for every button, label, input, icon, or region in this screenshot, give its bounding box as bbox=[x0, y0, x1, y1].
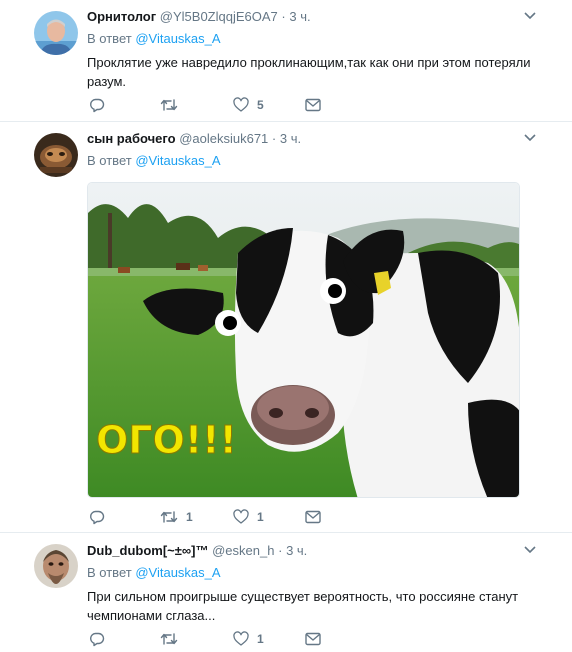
retweet-button[interactable] bbox=[160, 95, 186, 115]
display-name[interactable]: Орнитолог bbox=[87, 9, 156, 24]
tweet-actions: 5 bbox=[87, 95, 327, 115]
retweet-count: 1 bbox=[186, 510, 193, 524]
direct-message-button[interactable] bbox=[305, 629, 321, 649]
cow-photo: ОГО!!! bbox=[88, 183, 519, 497]
direct-message-button[interactable] bbox=[305, 95, 321, 115]
tweet-header: Dub_dubom[~±∞]™ @esken_h · 3 ч. bbox=[87, 542, 552, 560]
chevron-down-icon[interactable] bbox=[524, 546, 536, 554]
tweet-photo[interactable]: ОГО!!! bbox=[87, 182, 520, 498]
timestamp[interactable]: 3 ч. bbox=[280, 131, 301, 146]
direct-message-button[interactable] bbox=[305, 507, 321, 527]
like-icon bbox=[233, 97, 249, 112]
tweet-1[interactable]: Орнитолог @Yl5B0ZlqqjE6OA7 · 3 ч. В отве… bbox=[0, 0, 572, 122]
message-icon bbox=[305, 632, 321, 646]
like-count: 1 bbox=[257, 510, 264, 524]
reply-context: В ответ @Vitauskas_A bbox=[87, 30, 552, 48]
like-button[interactable]: 1 bbox=[233, 629, 264, 649]
message-icon bbox=[305, 510, 321, 524]
reply-context: В ответ @Vitauskas_A bbox=[87, 564, 552, 582]
reply-context: В ответ @Vitauskas_A bbox=[87, 152, 552, 170]
retweet-icon bbox=[160, 633, 178, 645]
like-count: 5 bbox=[257, 98, 264, 112]
timestamp[interactable]: 3 ч. bbox=[289, 9, 310, 24]
tweet-header: сын рабочего @aoleksiuk671 · 3 ч. bbox=[87, 130, 552, 148]
reply-icon bbox=[90, 510, 105, 525]
message-icon bbox=[305, 98, 321, 112]
reply-button[interactable] bbox=[89, 629, 105, 649]
retweet-icon bbox=[160, 511, 178, 523]
timestamp[interactable]: 3 ч. bbox=[286, 543, 307, 558]
tweet-3[interactable]: Dub_dubom[~±∞]™ @esken_h · 3 ч. В ответ … bbox=[0, 533, 572, 652]
reply-button[interactable] bbox=[89, 95, 105, 115]
avatar[interactable] bbox=[34, 11, 78, 55]
reply-icon bbox=[90, 632, 105, 647]
tweet-2[interactable]: сын рабочего @aoleksiuk671 · 3 ч. В отве… bbox=[0, 122, 572, 533]
chevron-down-icon[interactable] bbox=[524, 12, 536, 20]
retweet-button[interactable] bbox=[160, 629, 186, 649]
tweet-actions: 1 1 bbox=[87, 507, 327, 527]
like-button[interactable]: 1 bbox=[233, 507, 264, 527]
chevron-down-icon[interactable] bbox=[524, 134, 536, 142]
avatar[interactable] bbox=[34, 133, 78, 177]
username[interactable]: @Yl5B0ZlqqjE6OA7 bbox=[160, 9, 278, 24]
reply-mention-link[interactable]: @Vitauskas_A bbox=[135, 31, 220, 46]
separator-dot: · bbox=[278, 543, 283, 558]
retweet-icon bbox=[160, 99, 178, 111]
like-icon bbox=[233, 631, 249, 646]
display-name[interactable]: сын рабочего bbox=[87, 131, 176, 146]
reply-prefix: В ответ bbox=[87, 31, 132, 46]
tweet-text: При сильном проигрыше существует вероятн… bbox=[87, 589, 519, 623]
username[interactable]: @aoleksiuk671 bbox=[179, 131, 268, 146]
reply-prefix: В ответ bbox=[87, 565, 132, 580]
display-name[interactable]: Dub_dubom[~±∞]™ bbox=[87, 543, 208, 558]
reply-mention-link[interactable]: @Vitauskas_A bbox=[135, 153, 220, 168]
photo-caption: ОГО!!! bbox=[96, 418, 237, 462]
reply-prefix: В ответ bbox=[87, 153, 132, 168]
separator-dot: · bbox=[271, 131, 277, 146]
reply-icon bbox=[90, 98, 105, 113]
retweet-button[interactable]: 1 bbox=[160, 507, 193, 527]
reply-button[interactable] bbox=[89, 507, 105, 527]
separator-dot: · bbox=[281, 9, 286, 24]
reply-mention-link[interactable]: @Vitauskas_A bbox=[135, 565, 220, 580]
like-count: 1 bbox=[257, 632, 264, 646]
avatar[interactable] bbox=[34, 544, 78, 588]
tweet-header: Орнитолог @Yl5B0ZlqqjE6OA7 · 3 ч. bbox=[87, 8, 552, 26]
tweet-text: Проклятие уже навредило проклинающим,так… bbox=[87, 55, 531, 89]
username[interactable]: @esken_h bbox=[212, 543, 274, 558]
like-icon bbox=[233, 509, 249, 524]
tweet-actions: 1 bbox=[87, 629, 327, 649]
like-button[interactable]: 5 bbox=[233, 95, 264, 115]
